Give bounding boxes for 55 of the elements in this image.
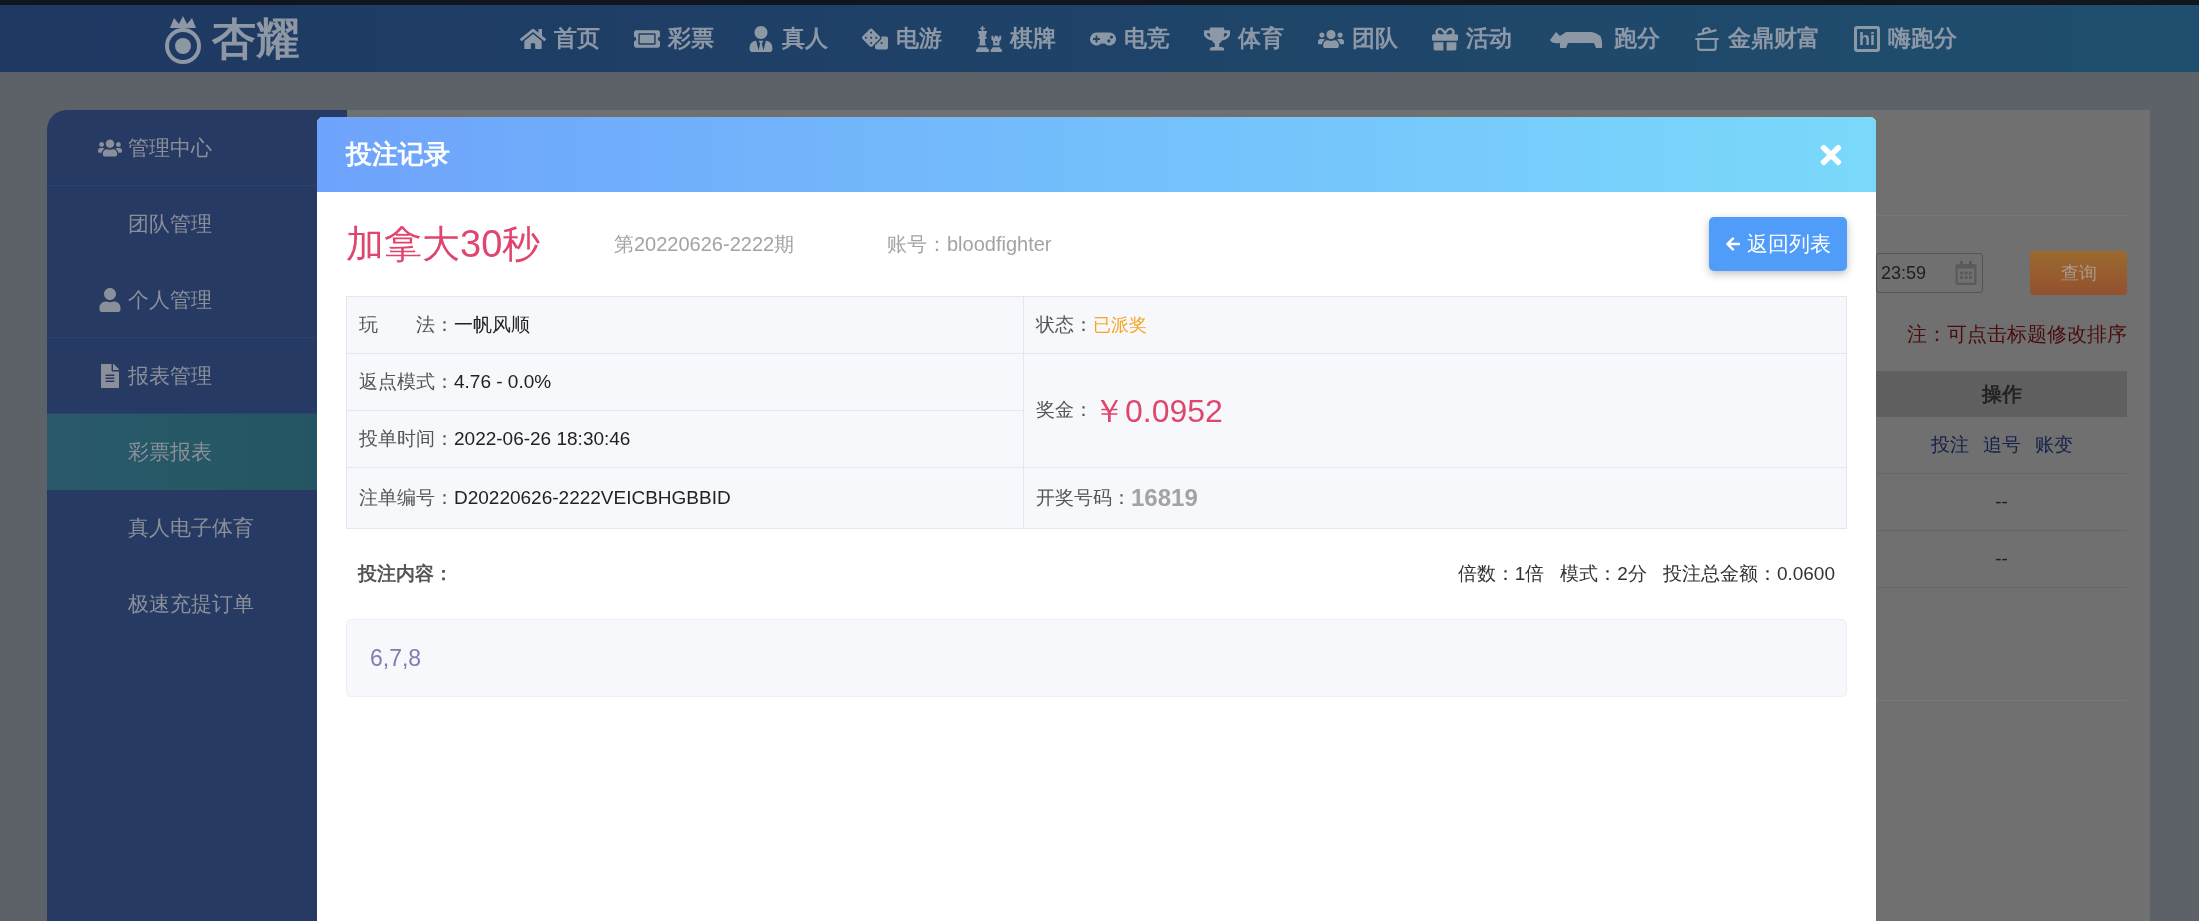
lottery-name: 加拿大30秒 [346,221,542,267]
nav-item[interactable]: 真人 [748,21,828,56]
nav-item[interactable]: 电游 [862,21,942,56]
detail-value: D20220626-2222VEICBHGBBID [454,485,731,510]
detail-label: 奖金： [1036,398,1093,423]
person-icon [748,25,774,52]
table-link[interactable]: 追号 [1982,430,2021,460]
table-cell-text: -- [1995,489,2008,514]
detail-value: 2022-06-26 18:30:46 [454,426,631,451]
table-link[interactable]: 投注 [1930,430,1969,460]
nav-item[interactable]: 首页 [520,21,600,56]
sort-note: 注：可点击标题修改排序 [1906,322,2127,347]
bet-content-box: 6,7,8 [346,619,1847,697]
back-to-list-button[interactable]: 返回列表 [1709,217,1847,271]
nav-item[interactable]: 活动 [1432,21,1512,56]
query-button[interactable]: 查询 [2030,251,2127,295]
bet-summary: 投注总金额：0.0600 [1662,561,1835,586]
nav-item[interactable]: 棋牌 [976,21,1056,56]
table-cell-text: -- [1995,546,2008,571]
detail-value: 一帆风顺 [454,312,530,337]
nav-item[interactable]: 团队 [1318,21,1398,56]
detail-label: 注单编号： [359,485,454,510]
document-icon [98,363,122,388]
dialog-title: 投注记录 [346,138,450,171]
detail-label: 返点模式： [359,369,454,394]
user-icon [98,287,122,312]
date-field[interactable]: 23:59 [1876,253,1983,293]
detail-value: 已派奖 [1093,313,1147,337]
detail-label: 开奖号码： [1036,485,1131,510]
table-link[interactable]: 账变 [2034,430,2073,460]
arrow-left-icon [1725,236,1741,252]
gift-icon [1432,25,1458,52]
nav-item[interactable]: 彩票 [634,21,714,56]
nav-item[interactable]: hi 嗨跑分 [1854,21,1957,56]
nav-item[interactable]: 跑分 [1546,21,1660,56]
chess-icon [976,25,1002,52]
detail-label: 状态： [1036,312,1093,337]
nav-item[interactable]: 金鼎财富 [1694,21,1820,56]
bet-summary: 倍数：1倍 [1457,561,1545,586]
issue-number: 第20220626-2222期 [614,232,796,257]
pot-icon [1694,25,1720,52]
detail-label: 投单时间： [359,426,454,451]
table-header: 操作 [1876,371,2127,417]
account-name: 账号：bloodfighter [887,232,1052,257]
content-label: 投注内容： [358,561,453,586]
trophy-icon [1204,25,1230,52]
bet-summary: 模式：2分 [1560,561,1647,586]
logo-text: 杏耀 [212,16,300,61]
hi-badge: hi [1854,25,1880,52]
detail-value: ￥0.0952 [1093,391,1223,431]
detail-label: 玩 法： [359,312,454,337]
detail-value: 4.76 - 0.0% [454,369,552,394]
nav-item[interactable]: 电竞 [1090,21,1170,56]
nav-item[interactable]: 体育 [1204,21,1284,56]
detail-value: 16819 [1131,483,1198,513]
